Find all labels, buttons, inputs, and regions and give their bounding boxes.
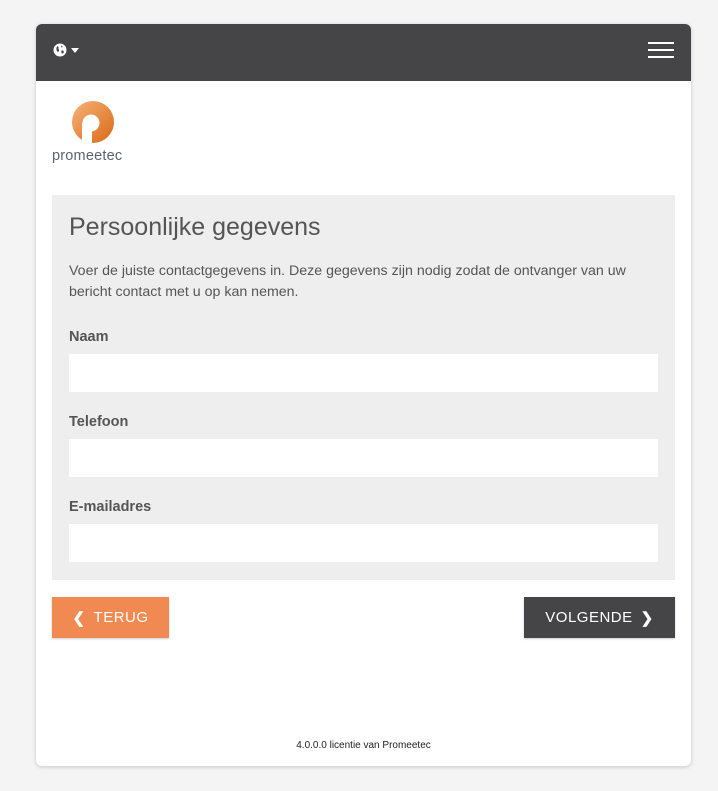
email-label: E-mailadres <box>69 499 152 515</box>
top-navigation-bar <box>36 24 691 81</box>
name-label: Naam <box>69 329 109 345</box>
page-title: Persoonlijke gegevens <box>69 213 321 241</box>
email-input[interactable] <box>69 524 658 562</box>
caret-down-icon <box>71 47 79 53</box>
promeetec-logo: promeetec <box>52 100 142 170</box>
chevron-right-icon: ❯ <box>640 609 654 627</box>
logo-text: promeetec <box>52 148 123 164</box>
license-footer: 4.0.0.0 licentie van Promeetec <box>296 740 431 751</box>
back-button[interactable]: ❮ TERUG <box>52 597 169 638</box>
language-selector[interactable] <box>53 43 79 57</box>
globe-icon <box>53 43 67 57</box>
phone-input[interactable] <box>69 439 658 477</box>
hamburger-menu-icon[interactable] <box>648 42 674 62</box>
back-button-label: TERUG <box>93 609 149 626</box>
chevron-left-icon: ❮ <box>72 609 86 627</box>
next-button[interactable]: VOLGENDE ❯ <box>524 597 675 638</box>
phone-label: Telefoon <box>69 414 129 430</box>
app-card: promeetec Persoonlijke gegevens Voer de … <box>36 24 691 766</box>
personal-details-panel: Persoonlijke gegevens Voer de juiste con… <box>52 195 675 580</box>
name-input[interactable] <box>69 354 658 392</box>
next-button-label: VOLGENDE <box>545 609 633 626</box>
logo-mark-icon <box>72 101 114 145</box>
form-description: Voer de juiste contactgegevens in. Deze … <box>69 263 626 300</box>
